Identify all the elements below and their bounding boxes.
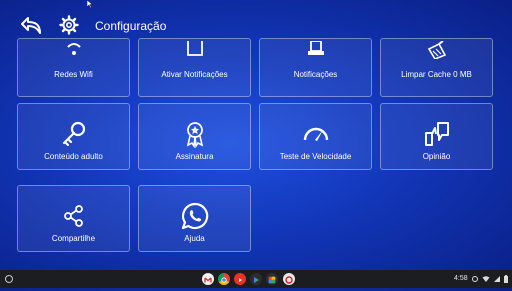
- tile-assinatura[interactable]: Assinatura: [138, 103, 251, 170]
- play-store-icon[interactable]: [250, 273, 262, 285]
- wifi-status-icon[interactable]: [482, 275, 490, 283]
- tile-label: Ajuda: [184, 234, 205, 243]
- youtube-icon[interactable]: [234, 273, 246, 285]
- tile-label: Opinião: [422, 152, 451, 161]
- launcher-icon[interactable]: [5, 275, 13, 283]
- photos-icon[interactable]: [266, 273, 278, 285]
- tile-label: Limpar Cache 0 MB: [401, 70, 472, 79]
- tile-redes-wifi[interactable]: Redes Wifi: [17, 38, 130, 97]
- key-icon: [62, 121, 85, 147]
- battery-icon[interactable]: [503, 275, 509, 283]
- whatsapp-icon: [181, 202, 208, 230]
- page-title: Configuração: [95, 19, 167, 33]
- tile-label: Redes Wifi: [54, 70, 93, 79]
- app-window: Configuração Redes Wifi Ativar Notificaç…: [0, 0, 512, 270]
- clock[interactable]: 4:58: [454, 275, 468, 283]
- tile-limpar-cache[interactable]: Limpar Cache 0 MB: [380, 38, 493, 97]
- broom-icon: [427, 41, 446, 59]
- gear-icon[interactable]: [59, 15, 79, 35]
- tile-opiniao[interactable]: Opinião: [380, 103, 493, 170]
- thumbs-feedback-icon: [424, 122, 449, 146]
- notification-toggle-icon: [186, 41, 203, 56]
- speedometer-icon: [303, 127, 328, 141]
- tile-label: Notificações: [293, 70, 338, 79]
- wifi-icon: [66, 43, 81, 55]
- award-ribbon-icon: [186, 122, 203, 148]
- share-icon: [63, 205, 83, 227]
- tile-label: Compartilhe: [51, 234, 96, 243]
- mouse-cursor-icon: [87, 0, 93, 8]
- network-status-icon[interactable]: [493, 275, 501, 283]
- chrome-icon[interactable]: [218, 273, 230, 285]
- tile-notificacoes[interactable]: Notificações: [259, 38, 372, 97]
- notifications-icon: [307, 41, 324, 55]
- tile-label: Conteúdo adulto: [44, 152, 103, 161]
- tile-label: Teste de Velocidade: [279, 152, 352, 161]
- tile-label: Assinatura: [175, 152, 214, 161]
- tile-teste-velocidade[interactable]: Teste de Velocidade: [259, 103, 372, 170]
- tile-label: Ativar Notificações: [161, 70, 228, 79]
- app-icon[interactable]: [283, 273, 295, 285]
- tile-compartilhe[interactable]: Compartilhe: [17, 185, 130, 252]
- tile-ajuda[interactable]: Ajuda: [138, 185, 251, 252]
- tile-conteudo-adulto[interactable]: Conteúdo adulto: [17, 103, 130, 170]
- gmail-icon[interactable]: [202, 273, 214, 285]
- status-icon[interactable]: [471, 275, 479, 283]
- back-arrow-icon[interactable]: [20, 14, 44, 36]
- tile-ativar-notificacoes[interactable]: Ativar Notificações: [138, 38, 251, 97]
